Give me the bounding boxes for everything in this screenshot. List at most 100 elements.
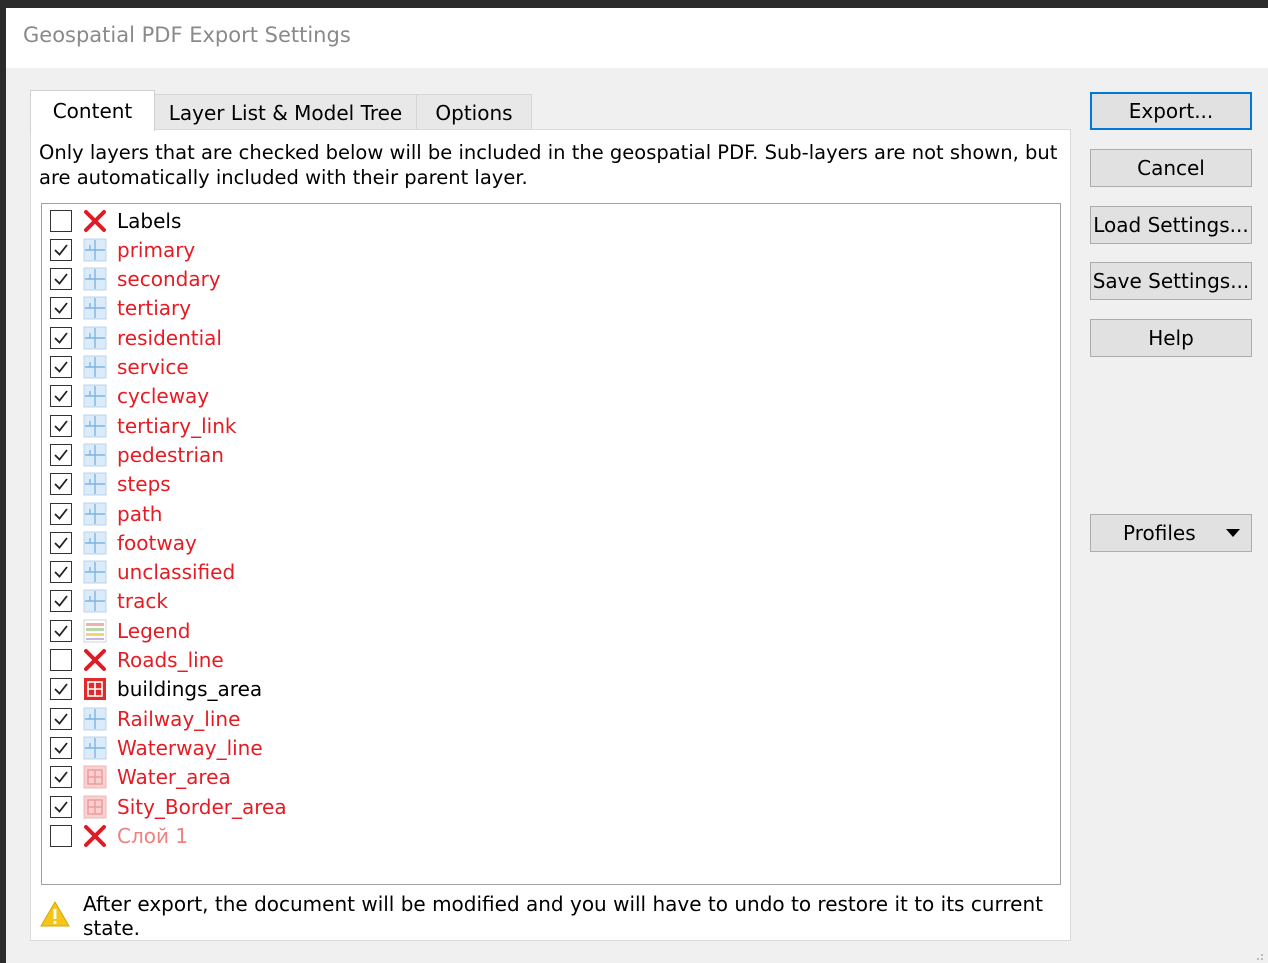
layer-checkbox[interactable] [50, 707, 72, 730]
layer-checkbox[interactable] [50, 824, 72, 847]
layer-checkbox[interactable] [50, 502, 72, 525]
layer-name: secondary [117, 267, 221, 292]
layer-name: Roads_line [117, 648, 224, 672]
x-icon [82, 647, 108, 673]
layer-checkbox[interactable] [50, 238, 72, 261]
layer-checkbox[interactable] [50, 356, 72, 378]
layer-checkbox[interactable] [50, 209, 72, 232]
layer-row[interactable]: track [50, 587, 650, 616]
layer-row[interactable]: secondary [50, 265, 650, 294]
layer-checkbox[interactable] [50, 531, 72, 554]
layer-name: tertiary_link [117, 413, 237, 438]
x-icon [82, 208, 108, 234]
warning-text: After export, the document will be modif… [83, 892, 1043, 940]
tab-layer-list-model-tree[interactable]: Layer List & Model Tree [154, 94, 417, 130]
layer-row[interactable]: path [50, 499, 650, 528]
layer-row[interactable]: Waterway_line [50, 733, 650, 762]
layer-name: residential [117, 325, 222, 350]
layer-name: Sity_Border_area [117, 794, 287, 819]
layer-row[interactable]: Sity_Border_area [50, 792, 650, 821]
content-description: Only layers that are checked below will … [39, 141, 1058, 189]
export-button[interactable]: Export... [1090, 92, 1252, 130]
layer-row[interactable]: cycleway [50, 382, 650, 411]
line-layer-icon [82, 325, 108, 351]
warning-message: After export, the document will be modif… [39, 892, 1070, 940]
layer-checkbox[interactable] [50, 326, 72, 349]
line-layer-icon [82, 266, 108, 292]
layer-name: Water_area [117, 765, 231, 790]
layer-row[interactable]: tertiary [50, 294, 650, 323]
layer-checkbox[interactable] [50, 795, 72, 818]
layer-checkbox[interactable] [50, 561, 72, 584]
layer-checkbox[interactable] [50, 297, 72, 320]
help-button[interactable]: Help [1090, 319, 1252, 357]
profiles-dropdown[interactable]: Profiles [1090, 514, 1252, 552]
tab-options[interactable]: Options [416, 94, 532, 130]
layer-name: primary [117, 237, 196, 262]
layer-name: buildings_area [117, 677, 263, 702]
layer-row[interactable]: buildings_area [50, 675, 650, 704]
save-settings-button[interactable]: Save Settings... [1090, 262, 1252, 300]
layer-name: pedestrian [117, 442, 224, 467]
area-layer-faded-icon [82, 794, 108, 820]
line-layer-icon [82, 237, 108, 263]
profiles-label: Profiles [1123, 521, 1196, 545]
layer-checkbox[interactable] [50, 590, 72, 613]
line-layer-icon [82, 530, 108, 556]
layer-name: service [117, 355, 189, 379]
layer-row[interactable]: Слой 1 [50, 821, 650, 850]
layer-row[interactable]: unclassified [50, 558, 650, 587]
layer-name: path [117, 501, 163, 526]
resize-grip-icon[interactable] [1252, 949, 1264, 961]
layer-row[interactable]: Roads_line [50, 646, 650, 675]
line-layer-icon [82, 383, 108, 409]
layer-row[interactable]: pedestrian [50, 440, 650, 469]
layer-checkbox[interactable] [50, 443, 72, 466]
layer-row[interactable]: residential [50, 323, 650, 352]
layer-name: Слой 1 [117, 823, 189, 848]
layer-row[interactable]: Railway_line [50, 704, 650, 733]
layer-name: unclassified [117, 560, 236, 585]
layer-checkbox[interactable] [50, 414, 72, 437]
layer-row[interactable]: steps [50, 470, 650, 499]
layer-checkbox[interactable] [50, 619, 72, 642]
layer-row[interactable]: footway [50, 528, 650, 557]
layer-checkbox[interactable] [50, 766, 72, 789]
line-layer-icon [82, 501, 108, 527]
layer-list[interactable]: Labels primary secondary tertiary residentia… [41, 203, 1061, 885]
line-layer-icon [82, 735, 108, 761]
layer-checkbox[interactable] [50, 473, 72, 496]
layer-row[interactable]: tertiary_link [50, 411, 650, 440]
cancel-button[interactable]: Cancel [1090, 149, 1252, 187]
layer-name: steps [117, 472, 171, 497]
area-layer-faded-icon [82, 764, 108, 790]
title-bar: Geospatial PDF Export Settings [6, 8, 1268, 68]
load-settings-button[interactable]: Load Settings... [1090, 206, 1252, 244]
layer-checkbox[interactable] [50, 268, 72, 291]
layer-name: Waterway_line [117, 735, 263, 760]
layer-name: tertiary [117, 296, 192, 321]
line-layer-icon [82, 442, 108, 468]
line-layer-icon [82, 559, 108, 585]
layer-row[interactable]: Labels [50, 206, 650, 235]
line-layer-icon [82, 588, 108, 614]
layer-name: cycleway [117, 384, 210, 409]
line-layer-icon [82, 295, 108, 321]
layer-checkbox[interactable] [50, 736, 72, 759]
line-layer-icon [82, 706, 108, 732]
legend-icon [82, 618, 108, 644]
layer-name: Legend [117, 618, 191, 643]
layer-checkbox[interactable] [50, 649, 72, 671]
window-title: Geospatial PDF Export Settings [23, 23, 351, 47]
tab-content[interactable]: Content [30, 90, 155, 131]
layer-checkbox[interactable] [50, 678, 72, 701]
layer-row[interactable]: Water_area [50, 763, 650, 792]
layer-name: Railway_line [117, 706, 241, 731]
layer-checkbox[interactable] [50, 385, 72, 408]
layer-row[interactable]: service [50, 353, 650, 382]
layer-name: Labels [117, 208, 182, 233]
chevron-down-icon [1226, 529, 1240, 537]
layer-row[interactable]: Legend [50, 616, 650, 645]
layer-row[interactable]: primary [50, 235, 650, 264]
layer-name: footway [117, 530, 197, 555]
